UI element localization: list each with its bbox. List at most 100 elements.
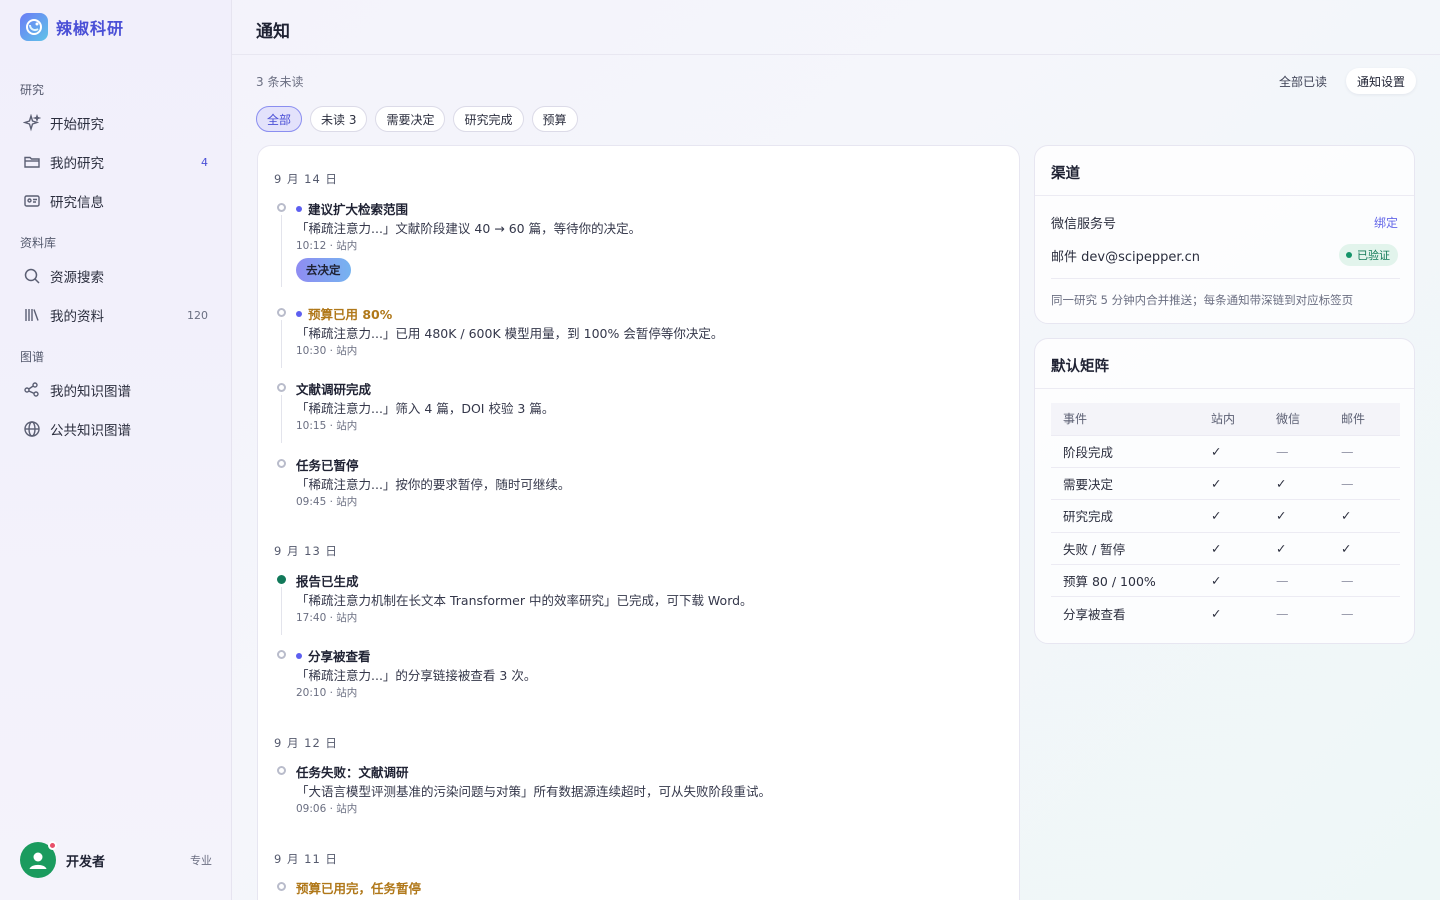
notification-item[interactable]: 任务已暂停 「稀疏注意力...」按你的要求暂停，随时可继续。 09:45 · 站… [274,455,1004,515]
notification-desc: 「稀疏注意力机制在长文本 Transformer 中的效率研究」已完成，可下载 … [296,593,753,608]
notification-title: 报告已生成 [296,574,359,589]
notification-title: 任务已暂停 [296,458,359,473]
matrix-cell[interactable]: ✓ [1205,466,1270,500]
notification-meta: 10:30 · 站内 [296,345,358,357]
notification-item[interactable]: 任务失败：文献调研 「大语言模型评测基准的污染问题与对策」所有数据源连续超时，可… [274,762,1004,822]
user-profile[interactable]: 开发者 专业 [20,841,212,878]
section-label-research: 研究 [20,83,45,97]
filter-unread[interactable]: 未读 3 [310,106,368,132]
timeline-rail [281,587,282,635]
notification-item[interactable]: 报告已生成 「稀疏注意力机制在长文本 Transformer 中的效率研究」已完… [274,571,1004,635]
filter-research-complete[interactable]: 研究完成 [453,106,524,132]
sidebar-item-start-research[interactable]: 开始研究 [12,106,220,140]
globe-icon [22,419,42,439]
sidebar-item-my-knowledge-graph[interactable]: 我的知识图谱 [12,373,220,407]
timeline-rail [281,215,282,287]
user-name: 开发者 [66,854,106,870]
notification-item[interactable]: 预算已用 80% 「稀疏注意力...」已用 480K / 600K 模型用量，到… [274,304,1004,368]
matrix-cell[interactable]: — [1335,466,1400,500]
folder-icon [22,152,42,172]
sidebar-item-my-materials[interactable]: 我的资料 120 [12,298,220,332]
table-row: 预算 80 / 100% ✓ — — [1051,564,1400,597]
table-row: 分享被查看 ✓ — — [1051,596,1400,630]
unread-dot [296,205,302,212]
column-header-event: 事件 [1051,403,1205,435]
notification-meta: 09:06 · 站内 [296,803,358,815]
matrix-cell[interactable]: ✓ [1335,531,1400,565]
matrix-cell[interactable]: — [1335,564,1400,597]
matrix-cell[interactable]: ✓ [1270,499,1335,533]
filter-budget[interactable]: 预算 [531,106,578,132]
day-label: 9 月 13 日 [274,544,338,558]
table-row: 研究完成 ✓ ✓ ✓ [1051,499,1400,533]
user-icon [29,852,47,869]
wechat-channel-label: 微信服务号 [1051,217,1117,232]
matrix-cell[interactable]: ✓ [1205,564,1270,597]
event-cell: 阶段完成 [1051,434,1205,468]
notification-desc: 「稀疏注意力...」已用 480K / 600K 模型用量，到 100% 会暂停… [296,326,724,341]
notification-meta: 10:15 · 站内 [296,420,358,432]
notification-title: 文献调研完成 [296,382,372,397]
timeline-node [277,203,286,212]
library-icon [22,305,42,325]
timeline-node [277,766,286,775]
card-divider [1035,195,1414,196]
notification-meta: 20:10 · 站内 [296,687,358,699]
brand[interactable]: 辣椒科研 [20,13,124,41]
sidebar-item-resource-search[interactable]: 资源搜索 [12,259,220,293]
matrix-cell[interactable]: ✓ [1205,434,1270,468]
sidebar-item-public-knowledge-graph[interactable]: 公共知识图谱 [12,412,220,446]
notification-item[interactable]: 文献调研完成 「稀疏注意力...」筛入 4 篇，DOI 校验 3 篇。 10:1… [274,379,1004,443]
notification-meta: 17:40 · 站内 [296,612,358,624]
email-channel-label: 邮件 dev@scipepper.cn [1051,250,1201,265]
sidebar-item-research-info[interactable]: 研究信息 [12,184,220,218]
matrix-cell[interactable]: ✓ [1335,499,1400,533]
notification-item[interactable]: 建议扩大检索范围 「稀疏注意力...」文献阶段建议 40 → 60 篇，等待你的… [274,199,1004,289]
notification-desc: 「稀疏注意力...」的分享链接被查看 3 次。 [296,668,537,683]
research-count-badge: 4 [201,155,208,169]
bind-wechat-link[interactable]: 绑定 [1374,214,1398,231]
matrix-cell[interactable]: ✓ [1270,531,1335,565]
table-header-row: 事件 站内 微信 邮件 [1051,403,1400,435]
filter-needs-decision[interactable]: 需要决定 [375,106,446,132]
matrix-cell[interactable]: ✓ [1205,596,1270,630]
timeline-node [277,882,286,891]
event-cell: 研究完成 [1051,499,1205,533]
graph-icon [22,380,42,400]
matrix-cell[interactable]: — [1270,564,1335,597]
notification-item[interactable]: 预算已用完，任务暂停 [274,878,1004,900]
matrix-card: 默认矩阵 事件 站内 微信 邮件 阶段完成 ✓ — — 需要决定 ✓ ✓ — 研… [1034,338,1415,644]
matrix-cell[interactable]: — [1270,434,1335,468]
logo-icon [20,13,48,41]
mark-all-read-button[interactable]: 全部已读 [1269,68,1337,94]
table-row: 需要决定 ✓ ✓ — [1051,466,1400,500]
table-row: 失败 / 暂停 ✓ ✓ ✓ [1051,531,1400,565]
column-header-email: 邮件 [1335,403,1400,435]
day-label: 9 月 11 日 [274,852,338,866]
sidebar-item-my-research[interactable]: 我的研究 4 [12,145,220,179]
matrix-cell[interactable]: ✓ [1205,531,1270,565]
matrix-cell[interactable]: ✓ [1270,466,1335,500]
unread-summary: 3 条未读 [256,75,304,89]
filter-all[interactable]: 全部 [256,106,303,132]
avatar[interactable] [20,841,57,878]
notification-title: 分享被查看 [308,649,371,664]
section-label-graph: 图谱 [20,350,45,364]
notification-feed: 9 月 14 日 建议扩大检索范围 「稀疏注意力...」文献阶段建议 40 → … [257,145,1020,900]
column-header-in-app: 站内 [1205,403,1270,435]
matrix-cell[interactable]: — [1270,596,1335,630]
matrix-cell[interactable]: — [1335,596,1400,630]
notification-item[interactable]: 分享被查看 「稀疏注意力...」的分享链接被查看 3 次。 20:10 · 站内 [274,646,1004,706]
event-cell: 需要决定 [1051,466,1205,500]
notification-title: 任务失败：文献调研 [296,765,409,780]
card-divider [1051,278,1400,279]
notification-settings-button[interactable]: 通知设置 [1346,68,1417,94]
timeline-rail [281,320,282,368]
timeline-node [277,575,286,584]
decide-button[interactable]: 去决定 [296,258,351,282]
card-divider [1035,388,1414,389]
matrix-cell[interactable]: — [1335,434,1400,468]
channels-card: 渠道 微信服务号 绑定 邮件 dev@scipepper.cn 已验证 同一研究… [1034,145,1415,324]
matrix-cell[interactable]: ✓ [1205,499,1270,533]
notification-desc: 「稀疏注意力...」按你的要求暂停，随时可继续。 [296,477,571,492]
